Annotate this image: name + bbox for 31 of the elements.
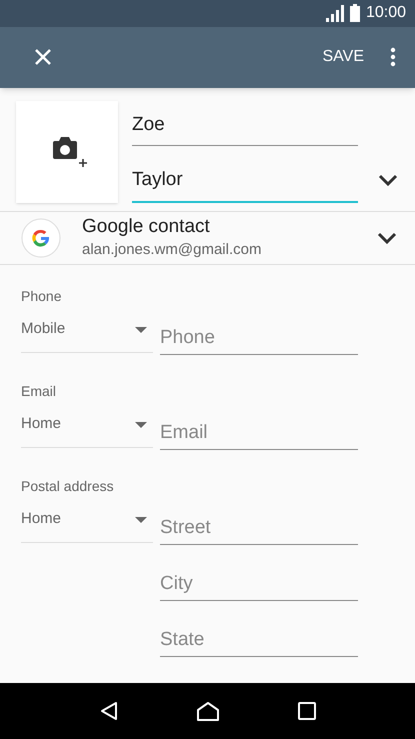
dropdown-arrow-icon [135,422,147,428]
recent-apps-icon[interactable] [298,702,316,720]
section-label: Phone [21,287,62,306]
dropdown-arrow-icon [135,326,147,332]
text-field[interactable]: City [160,567,358,601]
text-field[interactable]: State [160,623,358,657]
more-options-icon[interactable] [390,47,396,68]
text-field[interactable]: Email [160,416,358,450]
name-field[interactable]: Taylor [132,166,358,203]
home-icon[interactable] [196,701,220,721]
text-field[interactable]: Street [160,511,358,545]
save-button[interactable]: SAVE [322,45,364,70]
section-label: Email [21,382,58,401]
chevron-down-icon[interactable] [377,231,397,246]
account-email: alan.jones.wm@gmail.com [82,240,262,260]
back-icon[interactable] [98,701,119,721]
type-dropdown[interactable]: Home [21,497,153,543]
dropdown-arrow-icon [135,516,147,522]
chevron-down-icon[interactable] [378,172,398,187]
signal-icon [326,4,344,22]
section-label: Postal address [21,477,115,496]
type-dropdown[interactable]: Mobile [21,307,153,353]
text-field[interactable]: Phone [160,321,358,355]
add-photo-button[interactable] [16,100,118,203]
google-logo-icon [21,218,61,258]
name-field[interactable]: Zoe [132,110,358,146]
clock: 10:00 [366,3,406,24]
battery-icon [350,4,360,22]
account-title: Google contact [82,214,211,239]
close-icon[interactable] [34,48,52,66]
type-dropdown[interactable]: Home [21,402,153,448]
